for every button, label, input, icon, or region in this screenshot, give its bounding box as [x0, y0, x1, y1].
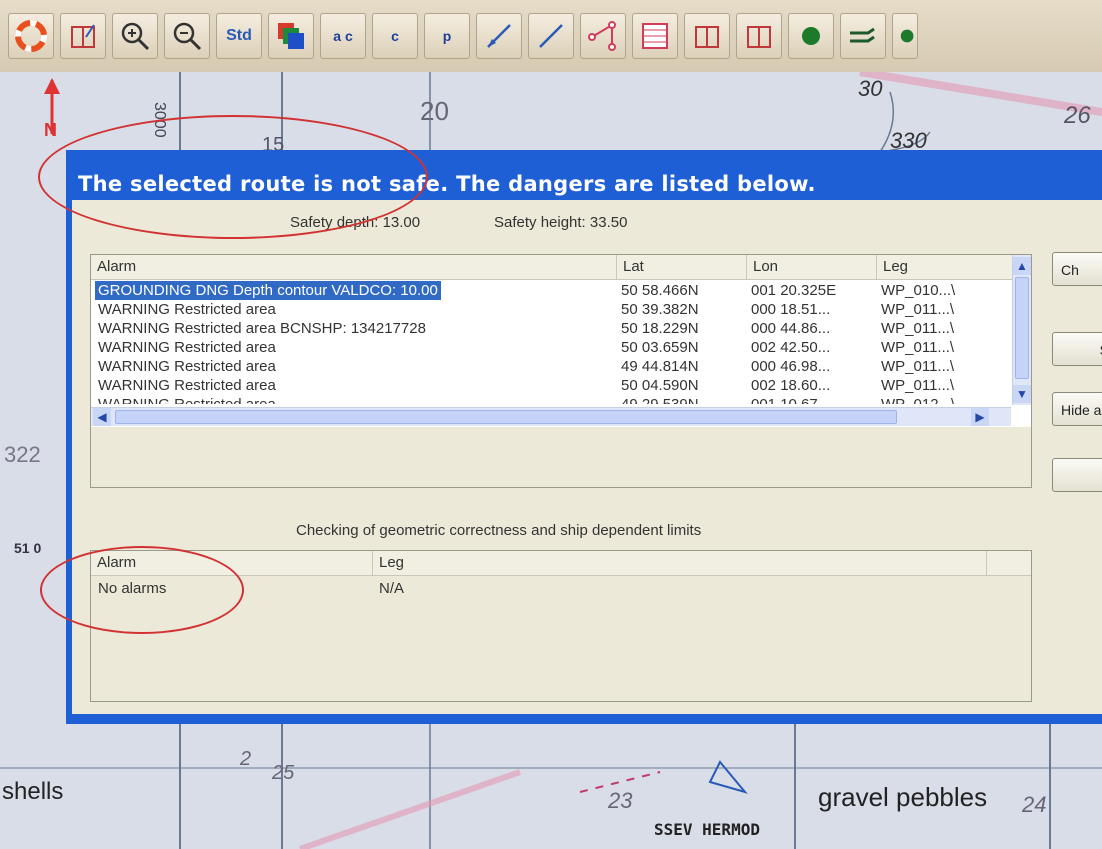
- alarms-horizontal-scrollbar[interactable]: ◀ ▶: [91, 407, 1011, 426]
- layers-icon[interactable]: [268, 13, 314, 59]
- alarm-row[interactable]: WARNING Restricted area 49 29.539N 001 1…: [91, 395, 1031, 404]
- column-header-lon[interactable]: Lon: [747, 255, 877, 279]
- alarm-row[interactable]: WARNING Restricted area BCNSHP: 13421772…: [91, 319, 1031, 338]
- scroll-up-icon[interactable]: ▲: [1013, 257, 1031, 275]
- side-button-s[interactable]: S: [1052, 332, 1102, 366]
- lon-cell: 002 18.60...: [751, 377, 831, 394]
- seabed-gravel-label: gravel pebbles: [818, 782, 988, 812]
- leg-cell: WP_012...\: [881, 395, 991, 404]
- horizontal-scroll-thumb[interactable]: [115, 410, 897, 424]
- depth-label-26: 26: [1064, 102, 1091, 129]
- chart-book2-icon[interactable]: [684, 13, 730, 59]
- geometric-check-title: Checking of geometric correctness and sh…: [296, 522, 702, 539]
- dialog-body: Safety depth: 13.00 Safety height: 33.50…: [72, 200, 1102, 714]
- leg-cell: WP_011...\: [881, 358, 955, 375]
- lat-cell: 50 18.229N: [621, 320, 699, 337]
- scroll-right-icon[interactable]: ▶: [971, 408, 989, 426]
- lon-cell: 001 20.325E: [751, 282, 837, 299]
- vessel-name-label: SSEV HERMOD: [654, 820, 760, 839]
- alarm-cell: GROUNDING DNG Depth contour VALDCO: 10.0…: [95, 281, 441, 300]
- scroll-thumb[interactable]: [1015, 277, 1029, 379]
- annotation-ellipse-title: [38, 115, 428, 239]
- leg-cell: WP_010...\: [881, 282, 956, 299]
- latitude-label: 51 0: [14, 540, 42, 556]
- zoom-out-icon[interactable]: [164, 13, 210, 59]
- leg-cell: WP_011...\: [881, 377, 955, 394]
- depth-label-20: 20: [420, 96, 449, 126]
- scroll-down-icon[interactable]: ▼: [1013, 385, 1031, 403]
- scroll-left-icon[interactable]: ◀: [93, 408, 111, 426]
- route-nodes-icon[interactable]: [580, 13, 626, 59]
- alarm-cell: WARNING Restricted area: [98, 358, 276, 375]
- lon-cell: 000 46.98...: [751, 358, 831, 375]
- alarms-vertical-scrollbar[interactable]: ▲ ▼: [1012, 255, 1031, 405]
- side-button-blank[interactable]: [1052, 458, 1102, 492]
- column-header-lat[interactable]: Lat: [617, 255, 747, 279]
- alarm-cell: WARNING Restricted area BCNSHP: 13421772…: [98, 320, 426, 337]
- alarm-row[interactable]: GROUNDING DNG Depth contour VALDCO: 10.0…: [91, 281, 1031, 300]
- ac-display-icon[interactable]: a c: [320, 13, 366, 59]
- lat-cell: 49 44.814N: [621, 358, 699, 375]
- depth-label-23: 23: [608, 788, 633, 813]
- alarm-row[interactable]: WARNING Restricted area 50 03.659N 002 4…: [91, 338, 1031, 357]
- ship-icon[interactable]: [840, 13, 886, 59]
- depth-label-322: 322: [4, 442, 41, 467]
- table-icon[interactable]: [632, 13, 678, 59]
- lifebuoy-icon[interactable]: [8, 13, 54, 59]
- depth-label-24: 24: [1022, 792, 1047, 817]
- lat-cell: 50 04.590N: [621, 377, 699, 394]
- column-header-leg[interactable]: Leg: [877, 255, 1011, 279]
- leg-cell: N/A: [379, 580, 405, 597]
- seabed-shells-label: shells: [2, 778, 64, 805]
- chart-toolbar: Std a c c p: [0, 0, 1102, 74]
- c-display-icon[interactable]: c: [372, 13, 418, 59]
- safety-height: Safety height: 33.50: [494, 214, 628, 231]
- column-header-alarm[interactable]: Alarm: [91, 255, 617, 279]
- alarm-row[interactable]: WARNING Restricted area 49 44.814N 000 4…: [91, 357, 1031, 376]
- depth-label-25: 25: [272, 762, 295, 784]
- lat-cell: 50 03.659N: [621, 339, 699, 356]
- depth-label-2: 2: [240, 748, 252, 770]
- lon-cell: 000 44.86...: [751, 320, 831, 337]
- green-dot-icon[interactable]: [788, 13, 834, 59]
- lat-cell: 50 39.382N: [621, 301, 699, 318]
- ship2-icon[interactable]: [892, 13, 918, 59]
- alarm-cell: WARNING Restricted area: [98, 377, 276, 394]
- alarm-cell: WARNING Restricted area: [98, 395, 276, 404]
- leg-cell: WP_011...\: [881, 339, 955, 356]
- alarm-row[interactable]: WARNING Restricted area 50 39.382N 000 1…: [91, 300, 1031, 319]
- route-line-icon[interactable]: [528, 13, 574, 59]
- alarms-table[interactable]: Alarm Lat Lon Leg GROUNDING DNG Depth co…: [90, 254, 1032, 488]
- route-edit-icon[interactable]: [476, 13, 522, 59]
- alarms-table-footer: [91, 427, 1031, 487]
- p-display-icon[interactable]: p: [424, 13, 470, 59]
- side-button-ch[interactable]: Ch: [1052, 252, 1102, 286]
- side-button-hide[interactable]: Hide a: [1052, 392, 1102, 426]
- lon-cell: 001 10.67...: [751, 395, 830, 404]
- chart-book-icon[interactable]: [60, 13, 106, 59]
- column-header-leg[interactable]: Leg: [373, 551, 987, 575]
- leg-cell: WP_011...\: [881, 301, 955, 318]
- alarm-row[interactable]: WARNING Restricted area 50 04.590N 002 1…: [91, 376, 1031, 395]
- lon-cell: 000 18.51...: [751, 301, 831, 318]
- lon-cell: 002 42.50...: [751, 339, 831, 356]
- alarm-cell: WARNING Restricted area: [98, 301, 276, 318]
- annotation-ellipse-no-alarms: [40, 546, 244, 634]
- lat-cell: 49 29.539N: [621, 395, 699, 404]
- zoom-in-icon[interactable]: [112, 13, 158, 59]
- chart-book3-icon[interactable]: [736, 13, 782, 59]
- alarm-cell: WARNING Restricted area: [98, 339, 276, 356]
- leg-cell: WP_011...\: [881, 320, 955, 337]
- depth-label-30: 30: [858, 76, 883, 101]
- north-label: N: [44, 120, 57, 140]
- alarms-table-header: Alarm Lat Lon Leg: [91, 255, 1031, 280]
- std-button[interactable]: Std: [216, 13, 262, 59]
- lat-cell: 50 58.466N: [621, 282, 699, 299]
